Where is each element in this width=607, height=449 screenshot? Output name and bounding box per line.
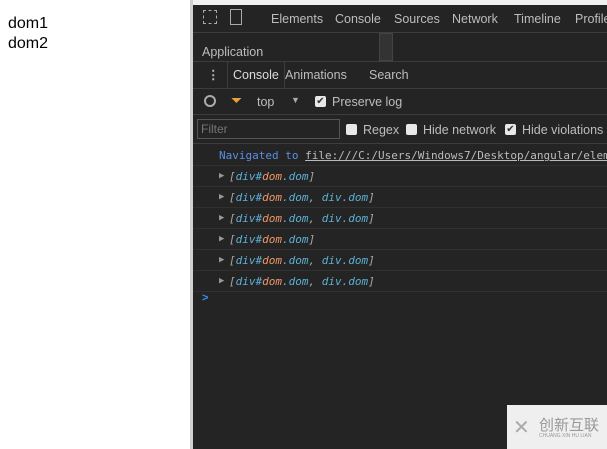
device-toolbar-icon[interactable] (230, 9, 242, 25)
log-entry[interactable]: ▶ [div#dom.dom, div.dom] (193, 271, 607, 292)
tab-elements[interactable]: Elements (271, 12, 323, 26)
chevron-down-icon[interactable]: ▼ (291, 95, 300, 105)
navigated-url[interactable]: file:///C:/Users/Windows7/Desktop/angula… (305, 149, 607, 162)
tab-application[interactable]: Application (202, 45, 263, 59)
hide-network-label: Hide network (423, 123, 496, 137)
tab-console[interactable]: Console (335, 12, 381, 26)
regex-checkbox[interactable] (346, 124, 357, 135)
console-toolbar: ⏷ top ▼ ✔ Preserve log (193, 89, 607, 115)
expand-triangle-icon[interactable]: ▶ (219, 166, 224, 187)
filter-icon[interactable]: ⏷ (231, 92, 242, 109)
text-dom2: dom2 (8, 35, 49, 52)
log-entry[interactable]: ▶ [div#dom.dom] (193, 166, 607, 187)
devtools: Elements Console Sources Network Timelin… (193, 0, 607, 449)
watermark-logo: ✕ 创新互联 CHUANG XIN HU LIAN (507, 405, 607, 449)
tab-profiles[interactable]: Profile (575, 12, 607, 26)
preserve-log-label: Preserve log (332, 95, 403, 109)
expand-triangle-icon[interactable]: ▶ (219, 229, 224, 250)
console-prompt[interactable]: > (202, 292, 208, 304)
regex-label: Regex (363, 123, 400, 137)
log-node[interactable]: div#dom.dom (236, 191, 309, 204)
navigated-message: Navigated to file:///C:/Users/Windows7/D… (193, 145, 607, 166)
hide-violations-checkbox[interactable]: ✔ (505, 124, 516, 135)
tab-timeline[interactable]: Timeline (514, 12, 561, 26)
log-node[interactable]: div#dom.dom (236, 275, 309, 288)
log-node-extra[interactable]: div.dom (322, 275, 368, 288)
expand-triangle-icon[interactable]: ▶ (219, 250, 224, 271)
log-entry[interactable]: ▶ [div#dom.dom, div.dom] (193, 208, 607, 229)
log-node[interactable]: div#dom.dom (236, 254, 309, 267)
drawer-tabbar: ⋮ Console Animations Search (193, 62, 607, 89)
drawer-tab-animations[interactable]: Animations (285, 68, 347, 82)
log-node[interactable]: div#dom.dom (236, 233, 309, 246)
expand-triangle-icon[interactable]: ▶ (219, 187, 224, 208)
expand-triangle-icon[interactable]: ▶ (219, 208, 224, 229)
text-dom1: dom1 (8, 15, 49, 32)
navigated-label: Navigated to (219, 149, 299, 162)
tab-network[interactable]: Network (452, 12, 498, 26)
log-node-extra[interactable]: div.dom (322, 191, 368, 204)
log-node-extra[interactable]: div.dom (322, 212, 368, 225)
hide-network-checkbox[interactable] (406, 124, 417, 135)
more-icon[interactable]: ⋮ (207, 67, 220, 82)
main-tabbar: Elements Console Sources Network Timelin… (193, 5, 607, 33)
expand-triangle-icon[interactable]: ▶ (219, 271, 224, 292)
log-entry[interactable]: ▶ [div#dom.dom, div.dom] (193, 250, 607, 271)
watermark-sub: CHUANG XIN HU LIAN (539, 433, 592, 439)
log-node-extra[interactable]: div.dom (322, 254, 368, 267)
hide-violations-label: Hide violations (522, 123, 604, 137)
scroll-handle[interactable] (379, 33, 393, 61)
inspect-element-icon[interactable] (203, 10, 217, 24)
log-node[interactable]: div#dom.dom (236, 212, 309, 225)
filter-input[interactable] (197, 119, 340, 139)
filter-row: Regex Hide network ✔ Hide violations (193, 115, 607, 144)
drawer-tab-console[interactable]: Console (227, 62, 285, 89)
log-entry[interactable]: ▶ [div#dom.dom, div.dom] (193, 187, 607, 208)
preserve-log-checkbox[interactable]: ✔ (315, 96, 326, 107)
log-entry[interactable]: ▶ [div#dom.dom] (193, 229, 607, 250)
context-select[interactable]: top (257, 95, 274, 109)
tabbar-overflow: Application (193, 33, 607, 62)
drawer-tab-search[interactable]: Search (369, 68, 409, 82)
log-node[interactable]: div#dom.dom (236, 170, 309, 183)
web-page: dom1 dom2 (0, 0, 190, 449)
watermark-text: 创新互联 (539, 417, 600, 434)
clear-console-icon[interactable] (204, 95, 216, 107)
tab-sources[interactable]: Sources (394, 12, 440, 26)
